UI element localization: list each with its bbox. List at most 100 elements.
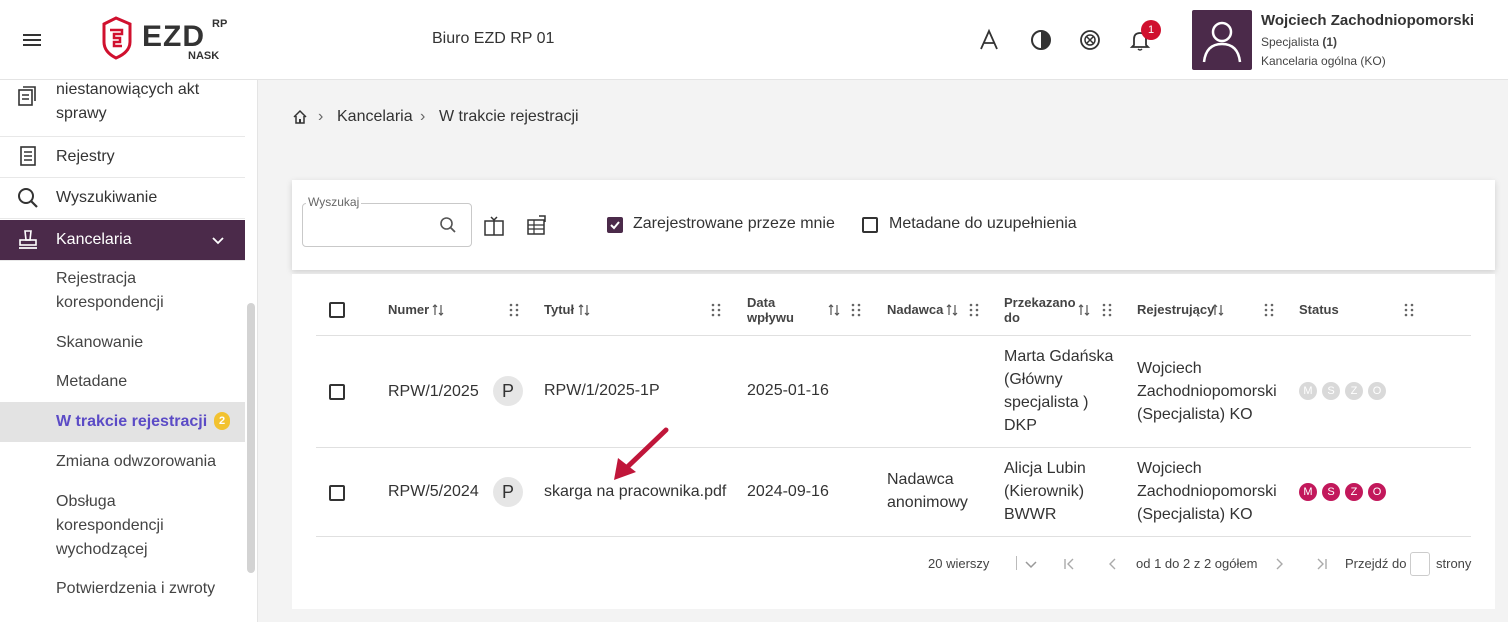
drag-handle-icon[interactable]	[969, 303, 979, 317]
column-header-line: Data	[747, 295, 776, 310]
chevron-down-icon[interactable]	[1024, 557, 1038, 571]
column-header-numer[interactable]: Numer	[388, 302, 429, 317]
page-range: od 1 do 2 z 2 ogółem	[1136, 556, 1258, 571]
cell-numer[interactable]: RPW/1/2025	[388, 380, 479, 403]
sidebar-item-label: Kancelaria	[56, 231, 132, 248]
sidebar-subitem-label: W trakcie rejestracji	[56, 413, 208, 430]
cell-line: (Główny	[1004, 371, 1063, 388]
prev-page-icon[interactable]	[1106, 557, 1120, 571]
cell-line: (Specjalista) KO	[1137, 406, 1253, 423]
sidebar-subitem-rejestracja[interactable]: Rejestracja korespondencji	[0, 266, 245, 322]
search-label: Wyszukaj	[306, 195, 362, 209]
filter-registered-by-me-label[interactable]: Zarejestrowane przeze mnie	[633, 215, 835, 233]
drag-handle-icon[interactable]	[711, 303, 721, 317]
sidebar-scrollbar[interactable]	[247, 303, 255, 573]
sidebar-item-label: Wyszukiwanie	[56, 189, 158, 206]
sort-icon[interactable]	[1212, 303, 1224, 317]
sidebar-subitem-potwierdzenia[interactable]: Potwierdzenia i zwroty	[0, 577, 245, 603]
filter-metadata-label[interactable]: Metadane do uzupełnienia	[889, 215, 1077, 233]
sort-icon[interactable]	[432, 303, 444, 317]
column-header-nadawca[interactable]: Nadawca	[887, 302, 943, 317]
select-all-checkbox[interactable]	[329, 302, 345, 318]
status-m: M	[1299, 483, 1317, 501]
sort-icon[interactable]	[946, 303, 958, 317]
logo-sup: RP	[212, 18, 228, 30]
row-checkbox[interactable]	[329, 485, 345, 501]
cell-line: Marta Gdańska	[1004, 348, 1114, 365]
cell-rejestrujacy: Wojciech Zachodniopomorski (Specjalista)…	[1137, 457, 1277, 526]
user-role: Specjalista (1)	[1261, 35, 1337, 49]
documents-icon	[16, 84, 40, 108]
search-input[interactable]	[302, 203, 472, 247]
cell-line: specjalista )	[1004, 394, 1089, 411]
sort-icon[interactable]	[578, 303, 590, 317]
columns-toggle-icon[interactable]	[483, 215, 505, 237]
cell-tytul[interactable]: RPW/1/2025-1P	[544, 379, 660, 402]
ezd-logo[interactable]: EZD RP NASK	[98, 16, 238, 64]
user-role-label: Specjalista	[1261, 35, 1320, 49]
drag-handle-icon[interactable]	[509, 303, 519, 317]
goto-label: Przejdź do	[1345, 556, 1407, 571]
drag-handle-icon[interactable]	[1102, 303, 1112, 317]
chevron-down-icon[interactable]	[210, 232, 226, 248]
sidebar-subitem-zmiana-odwzorowania[interactable]: Zmiana odwzorowania	[0, 450, 245, 476]
first-page-icon[interactable]	[1062, 557, 1076, 571]
drag-handle-icon[interactable]	[1264, 303, 1274, 317]
filter-registered-by-me-checkbox[interactable]	[607, 217, 623, 233]
row-divider	[316, 447, 1471, 448]
sidebar: niestanowiących akt sprawy Rejestry Wysz…	[0, 80, 258, 622]
top-header: EZD RP NASK Biuro EZD RP 01 1 Wojciech Z…	[0, 0, 1508, 80]
font-size-icon[interactable]	[977, 28, 1001, 52]
sidebar-subitem-label: Skanowanie	[56, 334, 144, 351]
cell-line: (Kierownik)	[1004, 483, 1085, 500]
next-page-icon[interactable]	[1272, 557, 1286, 571]
sort-icon[interactable]	[828, 303, 840, 317]
filter-metadata-checkbox[interactable]	[862, 217, 878, 233]
status-m: M	[1299, 382, 1317, 400]
last-page-icon[interactable]	[1315, 557, 1329, 571]
register-icon	[16, 144, 40, 168]
drag-handle-icon[interactable]	[1404, 303, 1414, 317]
drag-handle-icon[interactable]	[851, 303, 861, 317]
row-checkbox[interactable]	[329, 384, 345, 400]
sidebar-item-label: Rejestry	[56, 148, 115, 165]
sidebar-subitem-label: Obsługa	[56, 493, 116, 510]
column-header-line: Przekazano	[1004, 295, 1076, 310]
menu-icon[interactable]	[20, 28, 44, 52]
contrast-icon[interactable]	[1029, 28, 1053, 52]
cell-line: (Specjalista) KO	[1137, 506, 1253, 523]
sidebar-subitem-skanowanie[interactable]: Skanowanie	[0, 330, 245, 356]
cell-numer[interactable]: RPW/5/2024	[388, 480, 479, 503]
breadcrumb-separator: ›	[420, 108, 426, 125]
sidebar-item-documents[interactable]: niestanowiących akt sprawy	[0, 80, 245, 137]
column-header-rejestrujacy[interactable]: Rejestrujący	[1137, 302, 1214, 317]
search-icon[interactable]	[439, 216, 457, 234]
rows-per-page[interactable]: 20 wierszy	[928, 556, 989, 571]
sidebar-subitem-label: wychodzącej	[56, 541, 148, 558]
cell-przekazano: Alicja Lubin (Kierownik) BWWR	[1004, 457, 1086, 526]
user-role-count: (1)	[1322, 35, 1338, 49]
sidebar-subitem-metadane[interactable]: Metadane	[0, 370, 245, 396]
sort-icon[interactable]	[1078, 303, 1090, 317]
home-icon[interactable]	[292, 109, 308, 125]
sidebar-subitem-label: korespondencji	[56, 517, 164, 534]
sidebar-subitem-obsluga-korespondencji[interactable]: Obsługa korespondencji wychodzącej	[0, 490, 245, 562]
export-icon[interactable]	[526, 214, 548, 236]
goto-page-input[interactable]	[1410, 552, 1430, 576]
column-header-tytul[interactable]: Tytuł	[544, 302, 574, 317]
column-header-status[interactable]: Status	[1299, 302, 1339, 317]
paper-badge: P	[493, 477, 523, 507]
column-header-data-wplywu[interactable]: Data wpływu	[747, 295, 794, 325]
accessibility-icon[interactable]	[1078, 28, 1102, 52]
sidebar-subitem-w-trakcie-rejestracji[interactable]: W trakcie rejestracji 2	[0, 402, 245, 442]
status-s: S	[1322, 382, 1340, 400]
breadcrumb-kancelaria[interactable]: Kancelaria	[337, 108, 413, 126]
sidebar-item-kancelaria[interactable]: Kancelaria	[0, 220, 245, 261]
filter-panel: Wyszukaj Zarejestrowane przeze mnie Meta…	[292, 180, 1495, 270]
avatar[interactable]	[1192, 10, 1252, 70]
sidebar-item-rejestry[interactable]: Rejestry	[0, 137, 245, 178]
sidebar-item-wyszukiwanie[interactable]: Wyszukiwanie	[0, 178, 245, 219]
column-header-przekazano-do[interactable]: Przekazano do	[1004, 295, 1076, 325]
sidebar-subitem-label: Rejestracja	[56, 270, 137, 287]
cell-przekazano: Marta Gdańska (Główny specjalista ) DKP	[1004, 345, 1113, 437]
